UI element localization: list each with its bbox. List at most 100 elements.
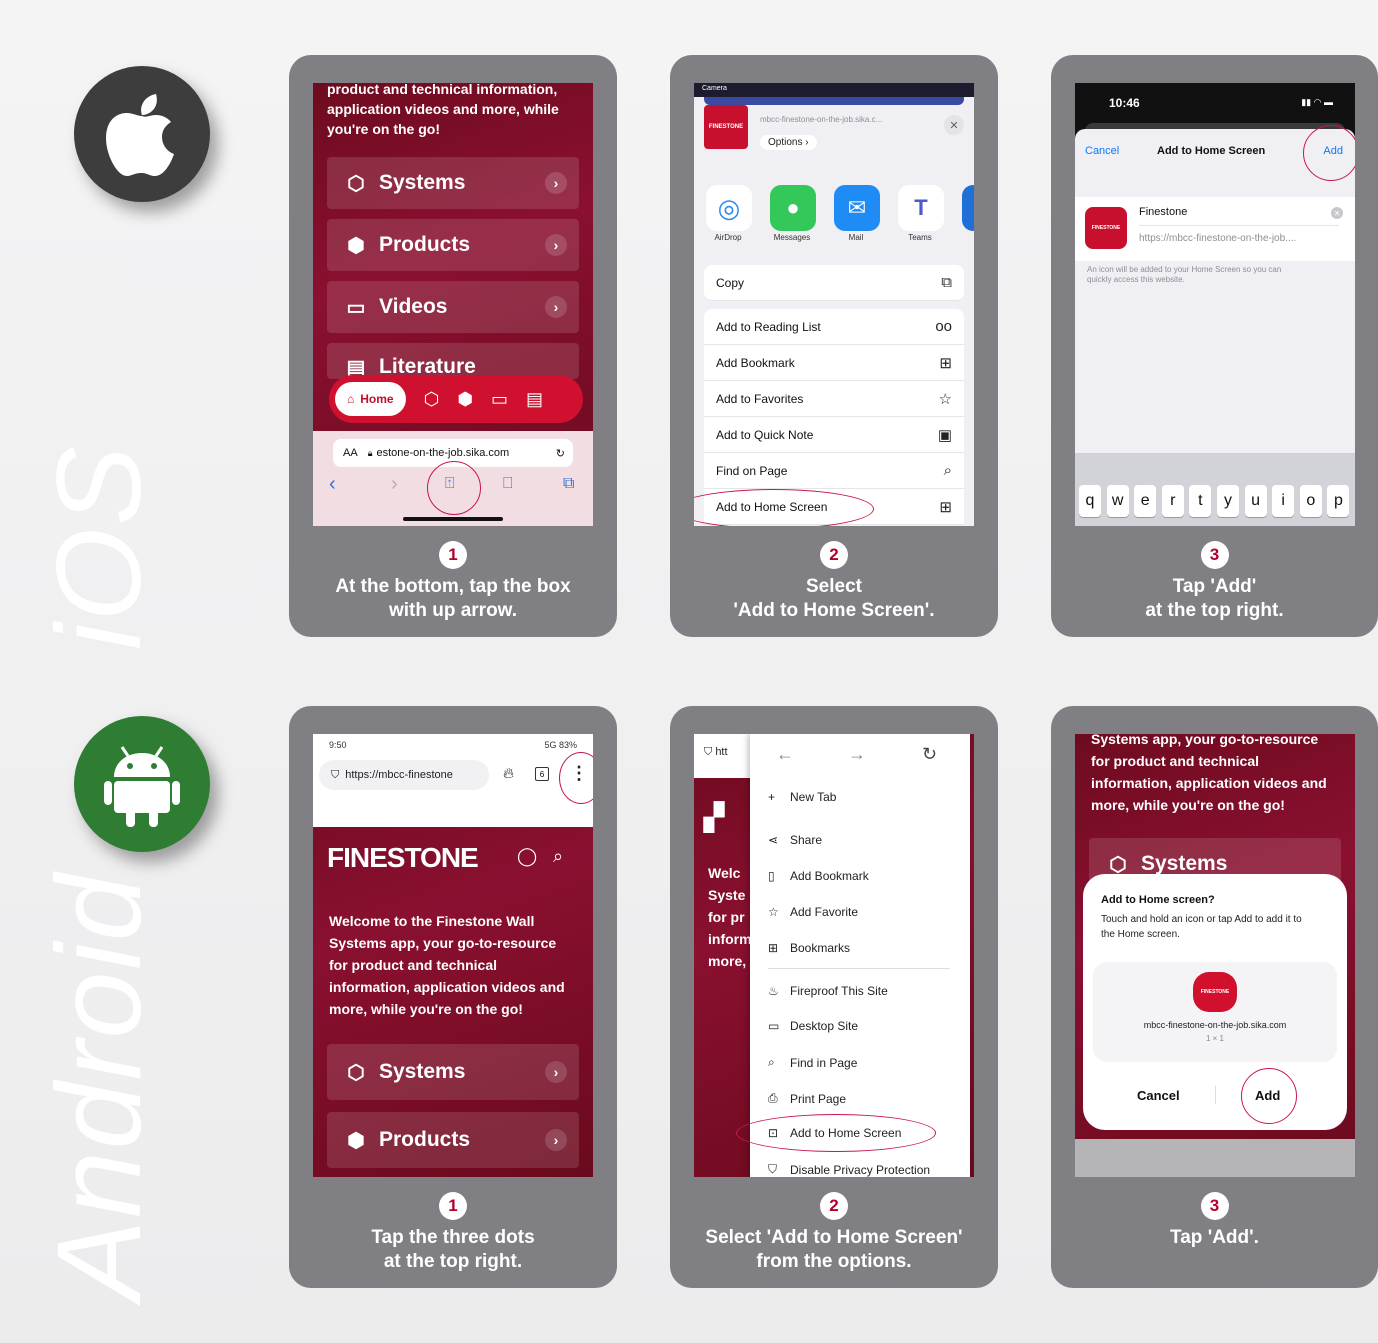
app-icon-preview: FINESTONE <box>1085 207 1127 249</box>
close-icon[interactable]: ✕ <box>944 115 964 135</box>
literature-tab-icon[interactable]: ▤ <box>526 389 543 410</box>
share-row-reading-list[interactable]: Add to Reading List oo <box>704 309 964 345</box>
menu-label: Print Page <box>790 1091 847 1106</box>
menu-new-tab[interactable]: + New Tab <box>768 790 836 804</box>
star-icon: ☆ <box>938 390 952 408</box>
search-icon[interactable]: ⌕ <box>553 846 563 867</box>
back-icon[interactable]: ‹ <box>329 473 336 496</box>
chevron-right-icon: › <box>545 1129 567 1151</box>
intro-line: more, while you're on the go! <box>1091 797 1285 813</box>
share-row-bookmark[interactable]: Add Bookmark ⊞ <box>704 345 964 381</box>
bookmarks-icon[interactable]: ⎕ <box>503 475 513 493</box>
menu-find-in-page[interactable]: ⌕ Find in Page <box>768 1055 857 1070</box>
cube-outline-icon: ⬡ <box>347 172 365 195</box>
key-e[interactable]: e <box>1134 485 1157 517</box>
glasses-icon: oo <box>935 318 952 335</box>
messages-icon[interactable]: ● <box>770 185 816 231</box>
android-step3-card: Systems app, your go-to-resource for pro… <box>1051 706 1378 1288</box>
chevron-right-icon: › <box>545 1061 567 1083</box>
highlight-circle <box>1303 125 1355 181</box>
forward-arrow-icon[interactable]: → <box>848 744 866 765</box>
menu-add-favorite[interactable]: ☆ Add Favorite <box>768 905 858 919</box>
nav-systems[interactable]: ⬡ Systems › <box>327 157 579 209</box>
menu-add-bookmark[interactable]: ▯ Add Bookmark <box>768 869 869 883</box>
browser-header: 9:50 5G 83% ⛉ https://mbcc-finestone 🔥︎ 6… <box>313 734 593 827</box>
app-label: Teams <box>908 233 932 242</box>
status-right: 5G 83% <box>544 740 577 750</box>
back-arrow-icon[interactable]: ← <box>776 744 794 765</box>
reload-icon[interactable]: ↻ <box>922 744 937 765</box>
key-i[interactable]: i <box>1272 485 1295 517</box>
more-app-icon[interactable] <box>962 185 974 231</box>
clear-icon[interactable]: ✕ <box>1331 207 1343 219</box>
systems-tab-icon[interactable]: ⬡ <box>424 389 440 410</box>
chevron-right-icon: › <box>545 234 567 256</box>
share-row-quick-note[interactable]: Add to Quick Note ▣ <box>704 417 964 453</box>
key-q[interactable]: q <box>1079 485 1101 517</box>
menu-label: Add Bookmark <box>790 869 869 883</box>
highlight-circle <box>1241 1068 1297 1124</box>
mail-icon[interactable]: ✉ <box>834 185 880 231</box>
step-number: 1 <box>439 541 467 569</box>
fire-icon[interactable]: 🔥︎ <box>503 765 514 782</box>
nav-products[interactable]: ⬢ Products › <box>327 219 579 271</box>
step-caption: Tap the three dots at the top right. <box>289 1226 617 1274</box>
options-button[interactable]: Options › <box>760 135 817 150</box>
nav-videos[interactable]: ▭ Videos › <box>327 281 579 333</box>
tabs-count[interactable]: 6 <box>535 767 549 781</box>
url-bar[interactable]: ⛉ https://mbcc-finestone <box>319 760 489 790</box>
nav-systems[interactable]: ⬡ Systems › <box>327 1044 579 1100</box>
share-row-copy[interactable]: Copy ⧉ <box>704 265 964 301</box>
menu-share[interactable]: ⋖ Share <box>768 833 822 847</box>
shield-icon: ⛉ <box>331 768 340 781</box>
tabs-icon[interactable]: ⧉ <box>563 475 574 493</box>
row-label: Find on Page <box>716 463 788 478</box>
brand-text: FINESTONE <box>708 124 744 130</box>
cancel-button[interactable]: Cancel <box>1137 1088 1180 1103</box>
chat-icon[interactable]: ◯ <box>517 846 537 867</box>
videos-tab-icon[interactable]: ▭ <box>491 389 508 410</box>
nav-label: Videos <box>379 295 448 318</box>
brand-text: FINESTONE <box>327 842 479 873</box>
intro-line: application videos and more, while <box>327 101 559 117</box>
teams-icon[interactable]: T <box>898 185 944 231</box>
name-field[interactable]: Finestone <box>1139 206 1187 218</box>
forward-icon[interactable]: › <box>391 473 398 496</box>
share-row-find[interactable]: Find on Page ⌕ <box>704 453 964 489</box>
share-row-favorites[interactable]: Add to Favorites ☆ <box>704 381 964 417</box>
android-step3-screen: Systems app, your go-to-resource for pro… <box>1075 734 1355 1177</box>
app-icon-preview[interactable]: FINESTONE <box>1193 972 1237 1012</box>
star-icon: ☆ <box>768 905 779 919</box>
button-divider <box>1215 1086 1216 1104</box>
nav-products[interactable]: ⬢ Products › <box>327 1112 579 1168</box>
menu-bookmarks[interactable]: ⊞ Bookmarks <box>768 941 850 955</box>
menu-desktop-site[interactable]: ▭ Desktop Site <box>768 1019 858 1033</box>
chevron-right-icon: › <box>545 296 567 318</box>
row-label: Add Bookmark <box>716 355 795 370</box>
airdrop-icon[interactable]: ◎ <box>706 185 752 231</box>
nav-label: Systems <box>379 171 466 194</box>
bg-line: more, <box>708 953 747 969</box>
products-tab-icon[interactable]: ⬢ <box>457 389 473 410</box>
step-caption: At the bottom, tap the box with up arrow. <box>289 575 617 623</box>
home-tab[interactable]: ⌂ Home <box>335 382 406 416</box>
ios-side-label: iOS <box>32 443 166 650</box>
key-t[interactable]: t <box>1189 485 1212 517</box>
nav-literature[interactable]: ▤ Literature <box>327 343 579 379</box>
bg-line: Syste <box>708 887 746 903</box>
key-r[interactable]: r <box>1161 485 1184 517</box>
printer-icon: ⎙ <box>768 1091 778 1105</box>
text-size-button[interactable]: AA <box>343 447 358 459</box>
reload-icon[interactable]: ↻ <box>556 447 565 460</box>
menu-disable-privacy[interactable]: ⛉ Disable Privacy Protection <box>768 1162 930 1177</box>
key-w[interactable]: w <box>1106 485 1129 517</box>
key-u[interactable]: u <box>1244 485 1267 517</box>
key-p[interactable]: p <box>1327 485 1350 517</box>
key-y[interactable]: y <box>1217 485 1239 517</box>
cancel-button[interactable]: Cancel <box>1085 145 1119 157</box>
menu-fireproof[interactable]: ♨ Fireproof This Site <box>768 984 888 998</box>
key-o[interactable]: o <box>1299 485 1322 517</box>
url-stub: htt <box>715 746 728 758</box>
menu-print-page[interactable]: ⎙ Print Page <box>768 1091 846 1106</box>
status-text: Camera <box>702 85 727 92</box>
